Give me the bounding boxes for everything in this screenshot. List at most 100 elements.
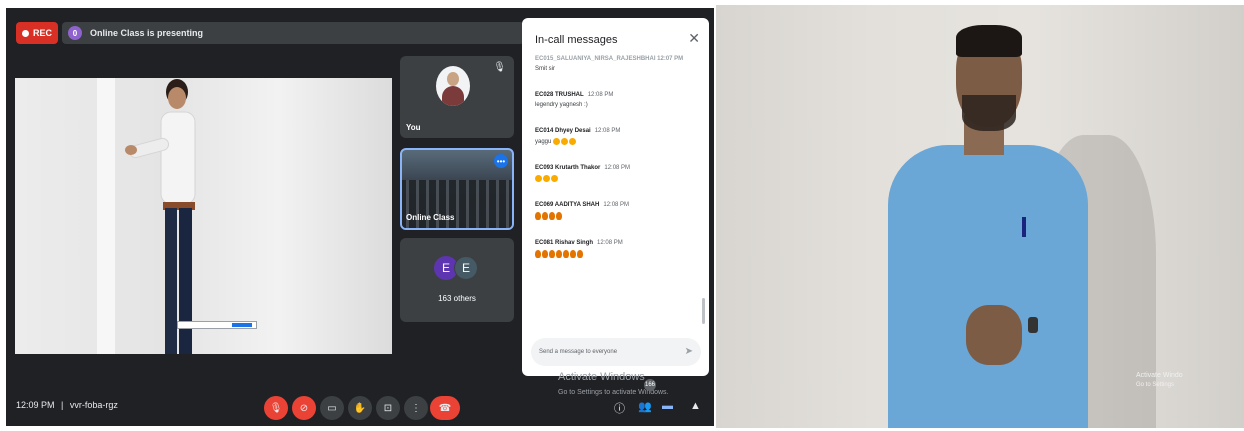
people-icon[interactable]: 👥 (638, 400, 652, 413)
smile-emoji-icon (535, 175, 559, 183)
meet-window: REC 0 Online Class is presenting 🎙 You •… (6, 8, 714, 426)
list-item: EC069 AADITYA SHAH 12:08 PM (535, 202, 695, 221)
fire-emoji-icon (556, 212, 562, 221)
fire-emoji-icon (549, 212, 555, 221)
message-sender: EC014 Dhyey Desai 12:08 PM (535, 128, 695, 134)
camera-off-icon: ⊘ (299, 402, 309, 414)
camera-watermark: Activate Windo (1136, 372, 1183, 379)
participant-tile-you[interactable]: 🎙 You (400, 56, 514, 138)
presenter-figure (125, 79, 196, 354)
smile-emoji-icon (535, 175, 542, 183)
present-icon: ⊡ (383, 402, 393, 414)
chat-input-placeholder: Send a message to everyone (539, 349, 618, 355)
main-presentation-video[interactable] (15, 78, 392, 354)
sender-name: EC069 AADITYA SHAH (535, 202, 600, 209)
participant-tile-online-class[interactable]: ••• Online Class (400, 148, 514, 230)
more-vert-icon: ⋮ (411, 402, 421, 414)
list-item: EC014 Dhyey Desai 12:08 PM yaggu (535, 128, 695, 145)
smile-emoji-icon (561, 138, 569, 145)
smile-emoji-icon (569, 138, 577, 145)
presenter-avatar: 0 (68, 26, 82, 40)
camera-toggle-button[interactable]: ⊘ (292, 396, 316, 420)
hand-icon: ✋ (353, 402, 367, 414)
list-item: EC081 Rishav Singh 12:08 PM (535, 240, 695, 259)
activate-windows-watermark: Activate Windows (558, 371, 645, 383)
pen-icon (1022, 217, 1026, 237)
mic-off-icon: 🎙 (269, 402, 283, 414)
more-options-button[interactable]: ⋮ (404, 396, 428, 420)
record-dot-icon (21, 29, 29, 37)
rec-label: REC (32, 28, 52, 38)
more-options-icon[interactable]: ••• (494, 154, 508, 168)
close-icon[interactable]: ✕ (688, 30, 700, 47)
chat-scrollbar[interactable] (702, 298, 705, 324)
meeting-code: vvr-foba-rgz (69, 400, 118, 410)
avatar-body (442, 86, 464, 106)
smile-emoji-icon (553, 138, 577, 145)
wall-edge (97, 78, 115, 354)
message-sender: EC015_SALUANIYA_NIRSA_RAJESHBHAI 12:07 P… (535, 56, 684, 62)
watch-icon (1028, 317, 1038, 333)
chat-title: In-call messages (535, 34, 618, 46)
fire-emoji-icon (535, 212, 563, 221)
chat-icon[interactable]: ▬ (662, 400, 673, 412)
message-sender: EC093 Krutarth Thakor 12:08 PM (535, 165, 695, 171)
send-icon[interactable]: ➤ (685, 346, 693, 357)
participants-count-badge: 166 (644, 379, 656, 391)
message-text: Smit sir (535, 66, 555, 72)
current-time: 12:09 PM (16, 400, 55, 410)
fire-emoji-icon (542, 250, 548, 259)
speaker-shirt (888, 145, 1088, 428)
list-item: EC015_SALUANIYA_NIRSA_RAJESHBHAI 12:07 P… (535, 56, 695, 72)
raise-hand-button[interactable]: ✋ (348, 396, 372, 420)
message-time: 12:08 PM (603, 202, 630, 209)
recording-indicator: REC (16, 22, 58, 44)
chat-message-input[interactable]: Send a message to everyone ➤ (531, 338, 701, 366)
chat-message-list: EC015_SALUANIYA_NIRSA_RAJESHBHAI 12:07 P… (535, 56, 695, 278)
activities-icon[interactable]: ▲ (690, 400, 701, 412)
message-time: 12:08 PM (594, 128, 621, 134)
captions-icon: ▭ (327, 402, 337, 414)
smile-emoji-icon (543, 175, 550, 183)
message-text (535, 175, 695, 183)
avatar: E (454, 256, 478, 280)
fire-emoji-icon (535, 250, 541, 259)
others-count-label: 163 others (438, 294, 476, 303)
info-separator: | (61, 400, 64, 410)
message-sender: EC028 TRUSHAL 12:08 PM (535, 92, 695, 98)
sender-name: EC014 Dhyey Desai (535, 128, 591, 134)
screen-share-toolbar[interactable] (177, 321, 257, 329)
mic-off-icon: 🎙 (493, 62, 506, 73)
message-text (535, 212, 695, 221)
message-text (535, 250, 695, 259)
smile-emoji-icon (553, 138, 561, 145)
message-text: yaggu (535, 138, 695, 145)
phone-hangup-icon: ☎ (438, 402, 452, 414)
present-button[interactable]: ⊡ (376, 396, 400, 420)
leave-call-button[interactable]: ☎ (430, 396, 460, 420)
message-time: 12:08 PM (604, 165, 631, 172)
stop-sharing-button[interactable] (232, 323, 252, 327)
presenting-banner[interactable]: 0 Online Class is presenting (62, 22, 524, 44)
captions-button[interactable]: ▭ (320, 396, 344, 420)
camera-feed (716, 5, 1244, 428)
speaker-hair (956, 25, 1022, 57)
fire-emoji-icon (549, 250, 555, 259)
fire-emoji-icon (556, 250, 562, 259)
fire-emoji-icon (535, 212, 541, 221)
message-time: 12:08 PM (597, 240, 623, 247)
list-item: EC093 Krutarth Thakor 12:08 PM (535, 165, 695, 183)
sender-name: EC028 TRUSHAL (535, 92, 584, 98)
message-sender: EC081 Rishav Singh 12:08 PM (535, 240, 695, 246)
message-text: legendry yagnesh :) (535, 102, 588, 108)
message-sender: EC069 AADITYA SHAH 12:08 PM (535, 202, 695, 208)
message-body: yaggu (535, 139, 552, 146)
mic-toggle-button[interactable]: 🎙 (264, 396, 288, 420)
participant-tile-others[interactable]: E E 163 others (400, 238, 514, 322)
camera-watermark-subtext: Go to Settings (1136, 382, 1175, 388)
info-icon[interactable]: ⓘ (614, 400, 625, 416)
in-call-messages-panel: In-call messages ✕ EC015_SALUANIYA_NIRSA… (522, 18, 709, 376)
meeting-info: 12:09 PM | vvr-foba-rgz (16, 400, 118, 410)
fire-emoji-icon (577, 250, 583, 259)
message-time: 12:08 PM (587, 92, 614, 98)
